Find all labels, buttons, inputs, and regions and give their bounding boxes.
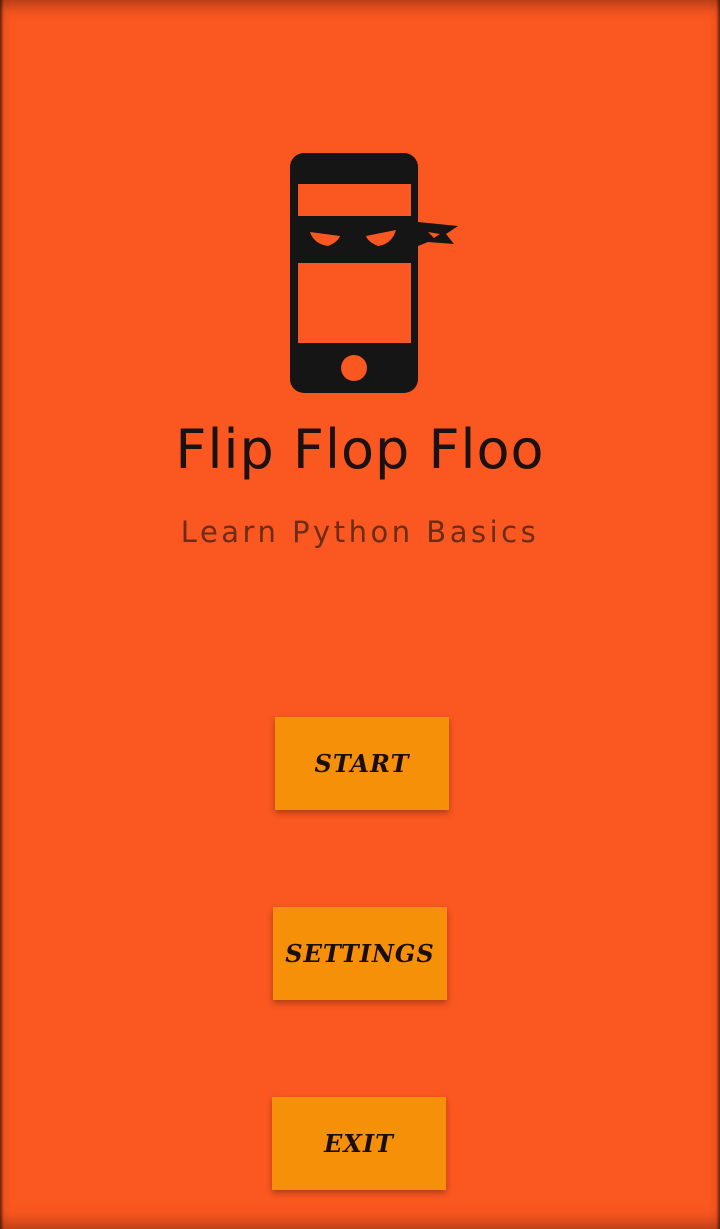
app-title: Flip Flop Floo xyxy=(175,418,545,481)
start-button[interactable]: START xyxy=(275,717,449,810)
screen-edge-right xyxy=(716,0,720,1229)
settings-button[interactable]: SETTINGS xyxy=(273,907,447,1000)
exit-button[interactable]: EXIT xyxy=(272,1097,446,1190)
screen-edge-left xyxy=(0,0,4,1229)
ninja-phone-icon xyxy=(290,153,458,393)
main-menu-screen: Flip Flop Floo Learn Python Basics START… xyxy=(0,0,720,1229)
app-subtitle: Learn Python Basics xyxy=(180,515,540,549)
